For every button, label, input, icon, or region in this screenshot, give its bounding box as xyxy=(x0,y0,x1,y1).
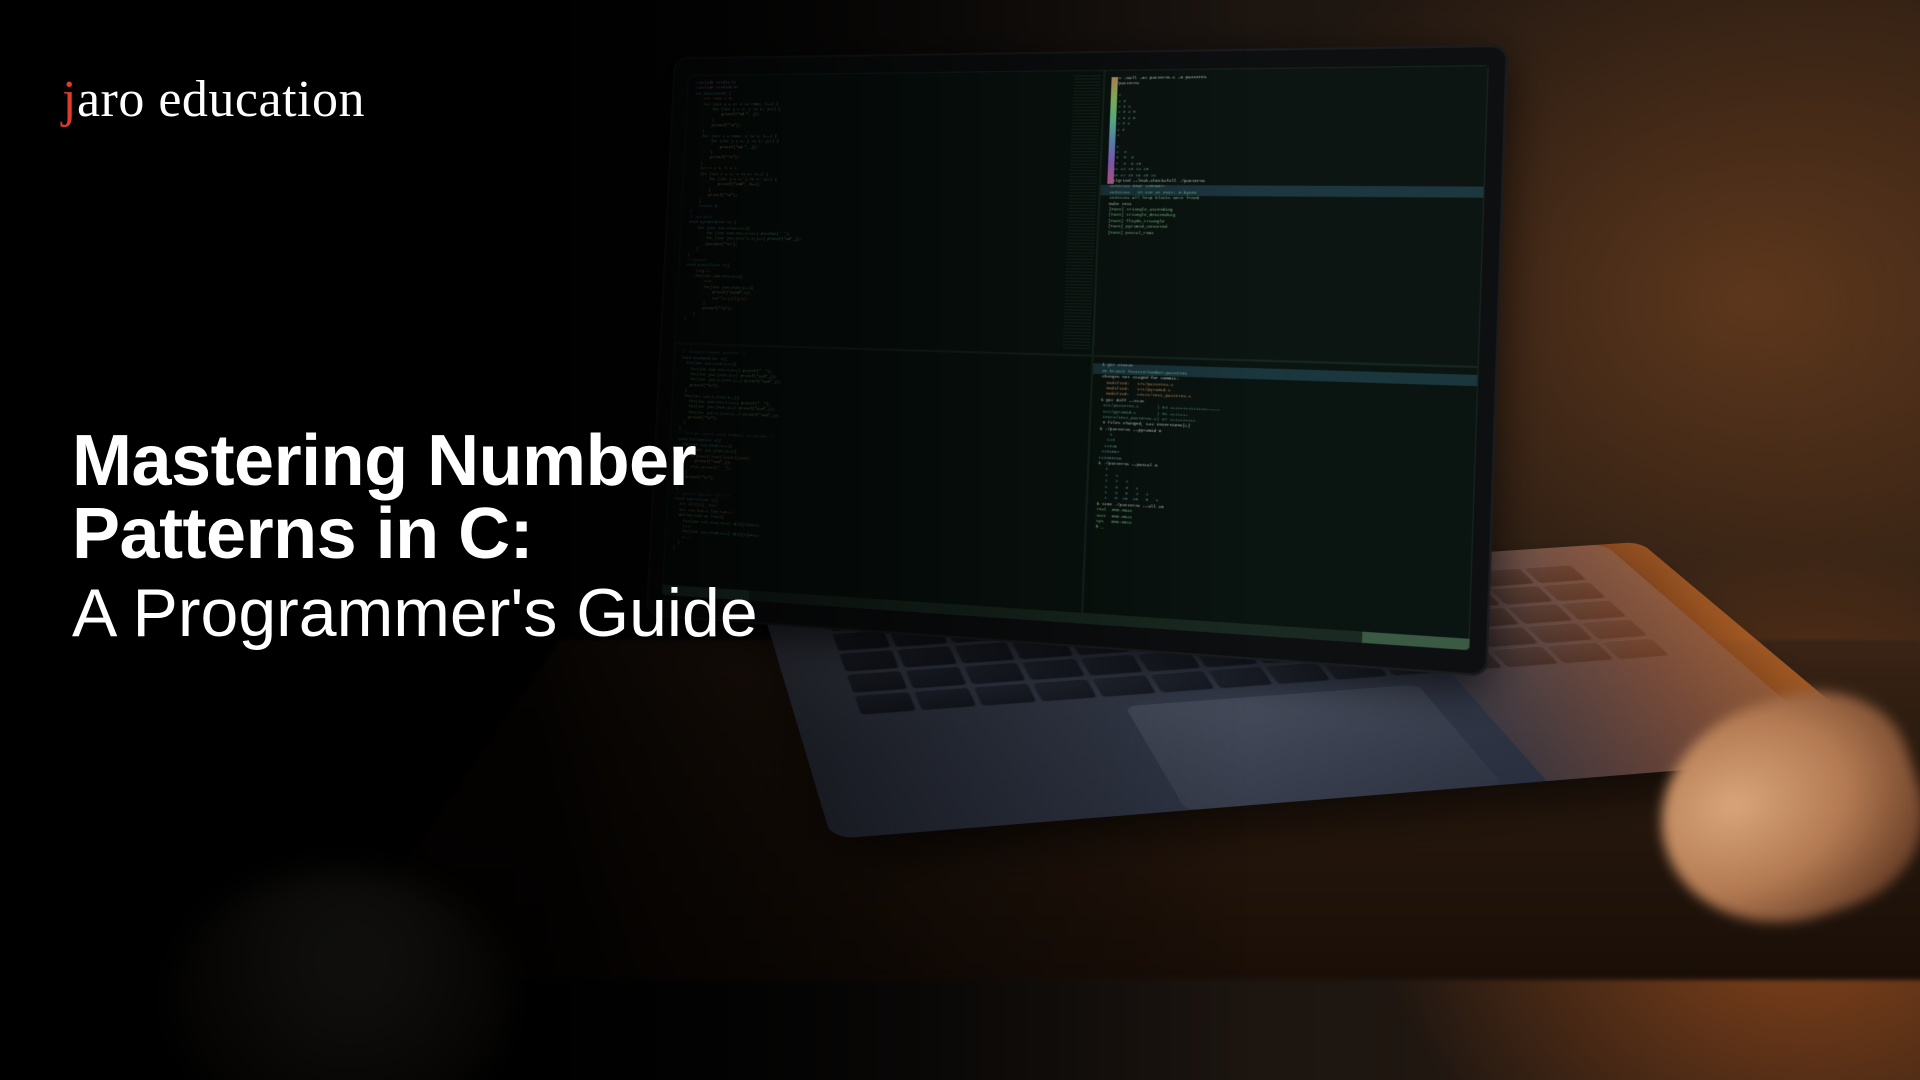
headline-block: Mastering Number Patterns in C: A Progra… xyxy=(72,425,758,651)
logo-text: aro education xyxy=(77,71,365,128)
brand-logo: jaro education xyxy=(62,70,365,129)
headline-line-2: Patterns in C: xyxy=(72,498,758,571)
headline-line-3: A Programmer's Guide xyxy=(72,576,758,651)
headline-line-1: Mastering Number xyxy=(72,425,758,498)
logo-accent-letter: j xyxy=(62,71,77,128)
